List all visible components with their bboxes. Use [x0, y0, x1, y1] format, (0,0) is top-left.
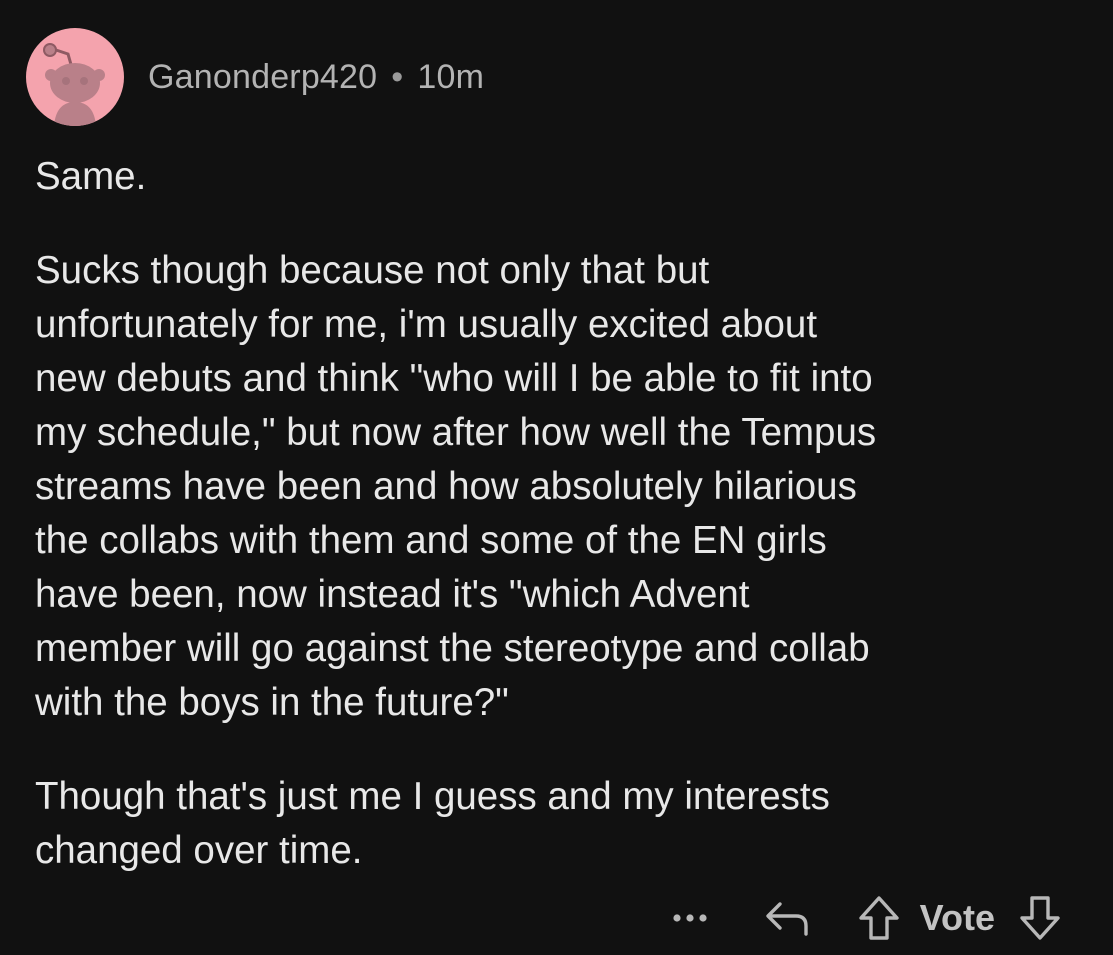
comment-body: Same. Sucks though because not only that… [35, 150, 1085, 878]
more-button[interactable] [670, 913, 710, 923]
reply-arrow-icon [765, 902, 808, 936]
timestamp: 10m [417, 57, 485, 96]
comment-header: Ganonderp420 • 10m [26, 28, 484, 126]
comment-actions: Vote [670, 890, 1065, 946]
reply-button[interactable] [762, 898, 812, 938]
meta-separator: • [391, 57, 404, 96]
comment-paragraph: Though that's just me I guess and my int… [35, 775, 830, 872]
comment-meta: Ganonderp420 • 10m [148, 58, 484, 97]
comment-paragraph: Same. [35, 155, 147, 198]
avatar[interactable] [26, 28, 124, 126]
upvote-arrow-icon [858, 896, 899, 940]
upvote-button[interactable] [854, 895, 904, 941]
downvote-button[interactable] [1015, 895, 1065, 941]
reddit-snoo-avatar-icon [43, 43, 105, 126]
comment-card: Ganonderp420 • 10m Same. Sucks though be… [0, 0, 1113, 955]
username[interactable]: Ganonderp420 [148, 58, 377, 97]
more-dots-icon [673, 914, 707, 922]
comment-paragraph: Sucks though because not only that but u… [35, 249, 877, 724]
vote-label: Vote [919, 897, 995, 938]
downvote-arrow-icon [1020, 896, 1060, 940]
